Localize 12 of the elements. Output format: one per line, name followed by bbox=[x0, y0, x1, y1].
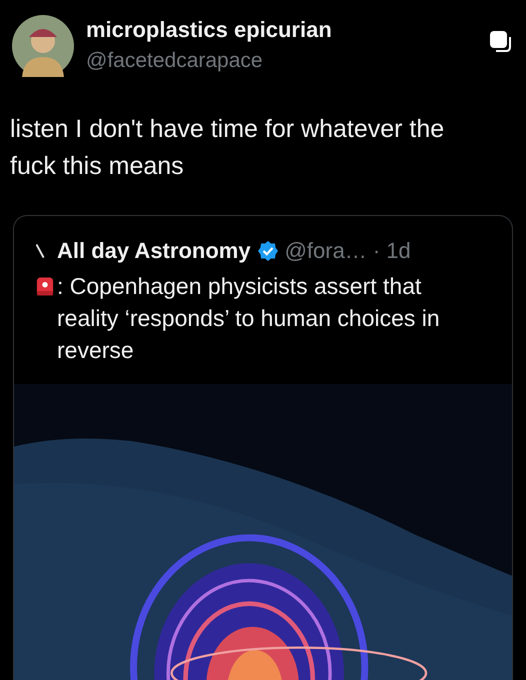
quoted-post-text: : Copenhagen physicists assert that reality ‘responds’ to human choices in reverse bbox=[57, 272, 441, 365]
quoted-author-handle[interactable]: @fora… bbox=[284, 238, 367, 264]
post-time: · 1d bbox=[372, 238, 411, 264]
avatar bbox=[12, 15, 74, 77]
author-name[interactable]: microplastics epicurian bbox=[86, 17, 476, 43]
post-text: listen I don't have time for whatever the fuck this means bbox=[10, 114, 446, 182]
siren-icon bbox=[36, 276, 54, 297]
copy-icon[interactable] bbox=[488, 29, 512, 53]
stick-icon bbox=[36, 244, 45, 258]
author-handle[interactable]: @facetedcarapace bbox=[86, 49, 476, 73]
quoted-post-card[interactable]: All day Astronomy @fora… · 1d : Copenhagen physicists assert that reality ‘responds’ to human choices in reverse bbox=[13, 215, 513, 680]
quoted-author-name[interactable]: All day Astronomy bbox=[57, 238, 251, 264]
